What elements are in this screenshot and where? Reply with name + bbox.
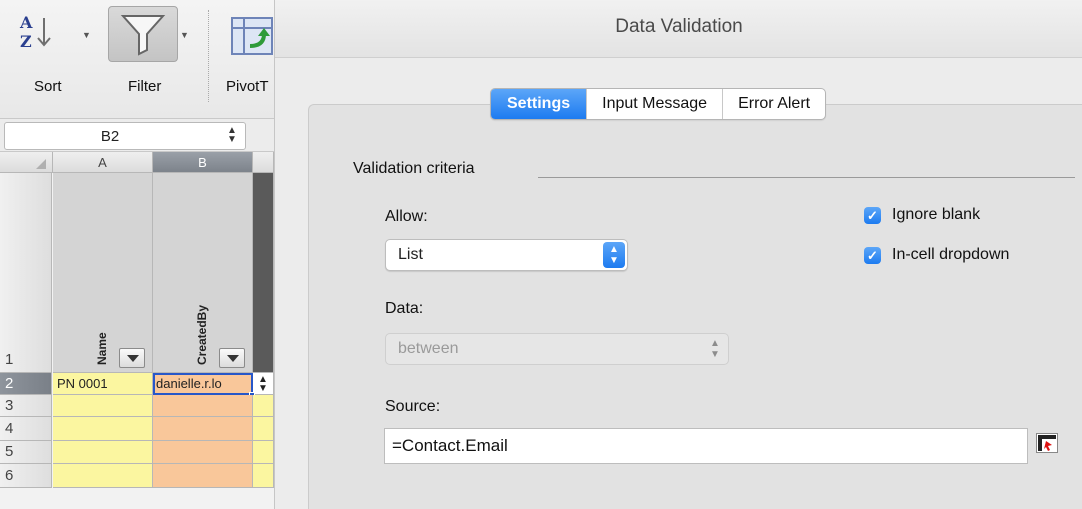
cell-b6[interactable] (153, 464, 253, 488)
cell-dropdown-arrow[interactable]: ▲ ▼ (253, 373, 274, 395)
corner-triangle-icon (36, 159, 46, 169)
row-number-2: 2 (5, 375, 14, 392)
cell-a1[interactable]: Name (53, 173, 153, 373)
filter-dropdown-button-b[interactable] (219, 348, 245, 368)
cell-c4[interactable] (253, 417, 274, 441)
ribbon: A Z ▼ Sort ▼ Filter PivotT (0, 0, 274, 118)
range-collapse-button[interactable] (1036, 433, 1058, 453)
row-header-3[interactable]: 3 (0, 395, 52, 417)
cell-b2-value: danielle.r.lo (156, 376, 222, 391)
cell-b3[interactable] (153, 395, 253, 417)
ignore-blank-label: Ignore blank (892, 206, 981, 223)
sort-button[interactable]: A Z (10, 8, 70, 56)
in-cell-dropdown-checkbox[interactable]: ✓ In-cell dropdown (864, 246, 1009, 264)
row-header-2[interactable]: 2 (0, 373, 52, 395)
row-number-4: 4 (5, 420, 14, 437)
cell-b5[interactable] (153, 441, 253, 464)
ignore-blank-checkbox[interactable]: ✓ Ignore blank (864, 206, 980, 224)
select-stepper-icon: ▲ ▼ (710, 338, 720, 360)
cell-a2[interactable]: PN 0001 (53, 373, 153, 395)
cell-a2-value: PN 0001 (57, 376, 108, 391)
sort-dropdown-icon[interactable]: ▼ (82, 30, 91, 40)
range-select-icon (1038, 435, 1056, 451)
cell-a4[interactable] (53, 417, 153, 441)
stepper-icon[interactable]: ▲ ▼ (223, 126, 241, 146)
data-validation-dialog: Data Validation Settings Input Message E… (274, 0, 1082, 509)
row-header-4[interactable]: 4 (0, 417, 52, 441)
cell-c5[interactable] (253, 441, 274, 464)
formula-bar-row: B2 ▲ ▼ (0, 118, 274, 152)
allow-select-value: List (398, 246, 423, 263)
cell-c6[interactable] (253, 464, 274, 488)
svg-text:A: A (19, 13, 33, 32)
filter-dropdown-icon[interactable]: ▼ (180, 30, 189, 40)
name-box-value: B2 (100, 128, 120, 145)
select-all-corner[interactable] (0, 152, 53, 173)
row-number-3: 3 (5, 397, 14, 414)
row-header-5[interactable]: 5 (0, 441, 52, 464)
cell-c3[interactable] (253, 395, 274, 417)
row-number-6: 6 (5, 467, 14, 484)
data-label: Data: (385, 300, 424, 317)
filter-button[interactable] (108, 6, 178, 62)
checkmark-icon: ✓ (864, 206, 881, 224)
column-header-a[interactable]: A (53, 152, 153, 173)
column-header-c[interactable] (253, 152, 274, 173)
source-input-value: =Contact.Email (392, 436, 508, 455)
pivot-table-icon (231, 17, 273, 55)
name-box[interactable]: B2 ▲ ▼ (4, 122, 246, 150)
column-header-b[interactable]: B (153, 152, 253, 173)
select-stepper-icon: ▲ ▼ (603, 242, 625, 268)
excel-window: A Z ▼ Sort ▼ Filter PivotT B2 ▲ ▼ A B 1 … (0, 0, 274, 509)
pivot-table-button[interactable] (230, 12, 274, 60)
worksheet-grid: A B 1 Name CreatedBy 2 PN 0001 danielle.… (0, 152, 274, 509)
column-title-name: Name (95, 332, 109, 365)
tab-error-alert[interactable]: Error Alert (723, 89, 825, 119)
source-label: Source: (385, 398, 441, 415)
cell-b2[interactable]: danielle.r.lo (153, 373, 253, 395)
dialog-title: Data Validation (275, 0, 1082, 58)
svg-text:Z: Z (20, 32, 32, 51)
tab-settings[interactable]: Settings (491, 89, 588, 119)
allow-select[interactable]: List ▲ ▼ (385, 239, 628, 271)
ribbon-separator (208, 10, 209, 102)
source-input[interactable]: =Contact.Email (384, 428, 1028, 464)
pivot-table-label: PivotT (226, 78, 269, 95)
cell-c1[interactable] (253, 173, 274, 373)
funnel-icon (120, 15, 166, 56)
validation-criteria-heading: Validation criteria (353, 160, 475, 177)
cell-a5[interactable] (53, 441, 153, 464)
filter-label: Filter (128, 78, 162, 95)
data-select: between ▲ ▼ (385, 333, 729, 365)
cell-a6[interactable] (53, 464, 153, 488)
row-header-6[interactable]: 6 (0, 464, 52, 488)
data-select-value: between (398, 340, 459, 357)
sort-az-icon: A Z (19, 13, 51, 51)
cell-b4[interactable] (153, 417, 253, 441)
cell-b1[interactable]: CreatedBy (153, 173, 253, 373)
column-title-createdby: CreatedBy (195, 304, 209, 365)
section-divider (538, 177, 1075, 178)
row-number-1: 1 (5, 351, 14, 368)
filter-dropdown-button-a[interactable] (119, 348, 145, 368)
in-cell-dropdown-label: In-cell dropdown (892, 246, 1010, 263)
row-number-5: 5 (5, 443, 14, 460)
tab-input-message[interactable]: Input Message (587, 89, 724, 119)
row-header-1[interactable]: 1 (0, 173, 52, 373)
allow-label: Allow: (385, 208, 428, 225)
checkmark-icon: ✓ (864, 246, 881, 264)
sort-label: Sort (34, 78, 62, 95)
cell-a3[interactable] (53, 395, 153, 417)
tab-bar: Settings Input Message Error Alert (490, 88, 827, 120)
